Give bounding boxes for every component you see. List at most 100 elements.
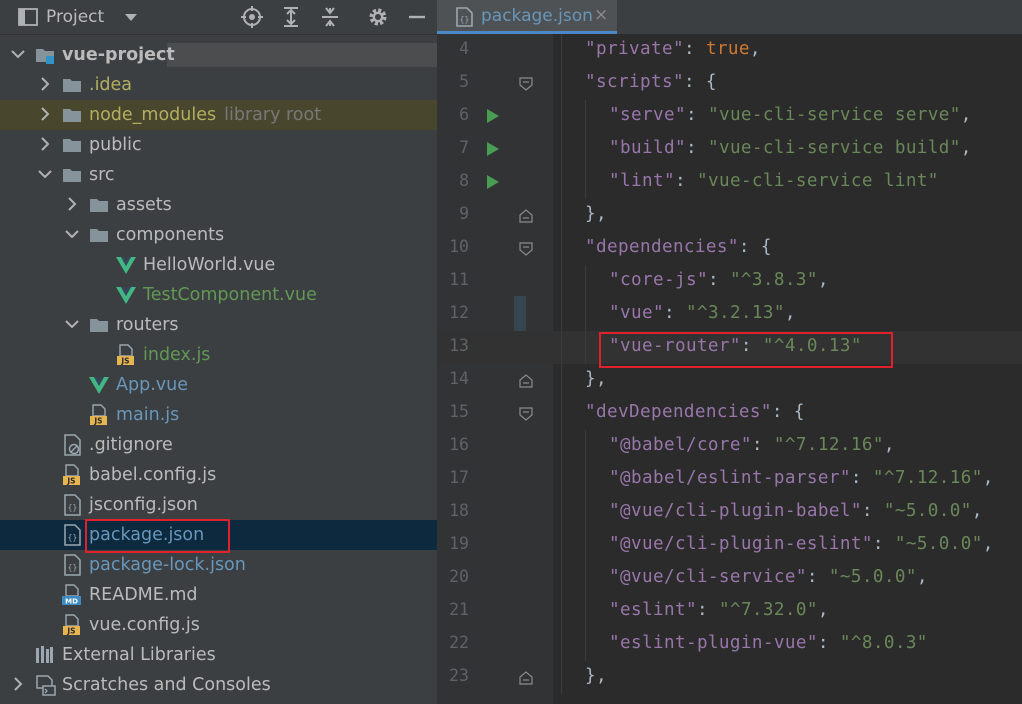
code-text: "eslint": "^7.32.0",: [609, 600, 829, 620]
code-token: "~5.0.0": [828, 567, 917, 587]
minimize-icon[interactable]: [405, 5, 429, 29]
code-token: ,: [817, 600, 829, 620]
fold-close-icon[interactable]: [519, 374, 533, 388]
code-line[interactable]: 21 "eslint": "^7.32.0",: [437, 595, 1022, 628]
project-tool-window: Project vue-project .idea node_modules libr…: [0, 0, 437, 704]
indent-guide: [561, 331, 562, 364]
code-line[interactable]: 7 "build": "vue-cli-service build",: [437, 133, 1022, 166]
svg-text:JS: JS: [120, 357, 129, 366]
tree-item-label: src: [89, 163, 115, 187]
chevron-right-icon[interactable]: [35, 100, 55, 130]
tree-item-label: public: [89, 133, 142, 157]
code-line[interactable]: 18 "@vue/cli-plugin-babel": "~5.0.0",: [437, 496, 1022, 529]
fold-close-icon[interactable]: [519, 209, 533, 223]
code-token: "@vue/cli-plugin-eslint": [609, 534, 873, 554]
run-script-icon[interactable]: [485, 108, 501, 124]
code-line[interactable]: 11 "core-js": "^3.8.3",: [437, 265, 1022, 298]
project-view-icon[interactable]: [16, 5, 40, 29]
code-token: "scripts": [585, 72, 684, 92]
code-token: "dependencies": [585, 237, 739, 257]
chevron-down-icon[interactable]: [119, 5, 143, 29]
tree-item[interactable]: App.vue: [0, 370, 437, 400]
tree-item[interactable]: External Libraries: [0, 640, 437, 670]
code-line[interactable]: 23},: [437, 661, 1022, 694]
code-line[interactable]: 10 "dependencies": {: [437, 232, 1022, 265]
tree-item[interactable]: MD README.md: [0, 580, 437, 610]
line-number: 8: [459, 171, 469, 190]
chevron-right-icon[interactable]: [62, 190, 82, 220]
code-text: "@babel/eslint-parser": "^7.12.16",: [609, 468, 994, 488]
code-token: "vue-cli-service serve": [707, 105, 961, 125]
tree-item[interactable]: vue-project: [0, 40, 437, 70]
libraries-icon: [36, 646, 53, 663]
locate-file-icon[interactable]: [240, 5, 264, 29]
fold-open-icon[interactable]: [519, 77, 533, 91]
tree-item[interactable]: JS vue.config.js: [0, 610, 437, 640]
chevron-right-icon[interactable]: [35, 130, 55, 160]
tree-item-text: babel.config.js: [89, 465, 217, 485]
tab-package-json[interactable]: {} package.json ×: [437, 0, 617, 34]
tree-item[interactable]: components: [0, 220, 437, 250]
code-line[interactable]: 17 "@babel/eslint-parser": "^7.12.16",: [437, 463, 1022, 496]
tree-item[interactable]: assets: [0, 190, 437, 220]
tree-item[interactable]: src: [0, 160, 437, 190]
project-tree[interactable]: vue-project .idea node_modules library root…: [0, 40, 437, 700]
tree-item[interactable]: .gitignore: [0, 430, 437, 460]
expand-all-icon[interactable]: [279, 5, 303, 29]
tree-item[interactable]: routers: [0, 310, 437, 340]
line-number: 16: [449, 435, 469, 454]
run-script-icon[interactable]: [485, 141, 501, 157]
collapse-all-icon[interactable]: [318, 5, 342, 29]
code-line[interactable]: 12 "vue": "^3.2.13",: [437, 298, 1022, 331]
folder-icon: [63, 139, 81, 152]
chevron-down-icon[interactable]: [8, 40, 28, 70]
tree-item[interactable]: public: [0, 130, 437, 160]
tree-item[interactable]: {} package.json: [0, 519, 437, 553]
code-line[interactable]: 4 "private": true,: [437, 34, 1022, 67]
code-token: :: [683, 39, 706, 59]
close-icon[interactable]: ×: [594, 5, 608, 25]
fold-open-icon[interactable]: [519, 407, 533, 421]
tree-item[interactable]: {} package-lock.json: [0, 550, 437, 580]
fold-close-icon[interactable]: [519, 671, 533, 685]
chevron-down-icon[interactable]: [35, 160, 55, 190]
chevron-right-icon[interactable]: [8, 670, 28, 700]
code-line[interactable]: 5 "scripts": {: [437, 67, 1022, 100]
tree-item[interactable]: .idea: [0, 70, 437, 100]
code-line[interactable]: 19 "@vue/cli-plugin-eslint": "~5.0.0",: [437, 529, 1022, 562]
code-line[interactable]: 14},: [437, 364, 1022, 397]
run-script-icon[interactable]: [485, 174, 501, 190]
code-line[interactable]: 15 "devDependencies": {: [437, 397, 1022, 430]
indent-guide: [561, 397, 562, 430]
fold-open-icon[interactable]: [519, 242, 533, 256]
tree-item[interactable]: HelloWorld.vue: [0, 250, 437, 280]
project-view-title[interactable]: Project: [46, 7, 104, 27]
tree-item[interactable]: JS babel.config.js: [0, 460, 437, 490]
indent-guide: [561, 67, 562, 100]
code-line[interactable]: 16 "@babel/core": "^7.12.16",: [437, 430, 1022, 463]
tree-item-label: node_modules library root: [89, 103, 321, 127]
tree-item-label: vue-project: [62, 43, 175, 67]
tree-item[interactable]: {} jsconfig.json: [0, 490, 437, 520]
code-line[interactable]: 22 "eslint-plugin-vue": "^8.0.3": [437, 628, 1022, 661]
code-text: "@vue/cli-service": "~5.0.0",: [609, 567, 928, 587]
tree-item[interactable]: TestComponent.vue: [0, 280, 437, 310]
indent-guide: [561, 364, 562, 397]
code-token: "^7.12.16": [773, 435, 884, 455]
tree-item[interactable]: JS main.js: [0, 400, 437, 430]
code-line[interactable]: 6 "serve": "vue-cli-service serve",: [437, 100, 1022, 133]
code-line[interactable]: 13 "vue-router": "^4.0.13": [437, 331, 1022, 368]
code-line[interactable]: 20 "@vue/cli-service": "~5.0.0",: [437, 562, 1022, 595]
gear-icon[interactable]: [366, 5, 390, 29]
tree-item[interactable]: Scratches and Consoles: [0, 670, 437, 700]
code-token: :: [685, 138, 708, 158]
chevron-right-icon[interactable]: [35, 70, 55, 100]
tree-item[interactable]: node_modules library root: [0, 100, 437, 130]
chevron-down-icon[interactable]: [62, 310, 82, 340]
tree-item[interactable]: JS index.js: [0, 340, 437, 370]
code-line[interactable]: 8 "lint": "vue-cli-service lint": [437, 166, 1022, 199]
indent-guide: [585, 463, 586, 496]
indent-guide: [561, 199, 562, 232]
chevron-down-icon[interactable]: [62, 220, 82, 250]
code-line[interactable]: 9},: [437, 199, 1022, 232]
